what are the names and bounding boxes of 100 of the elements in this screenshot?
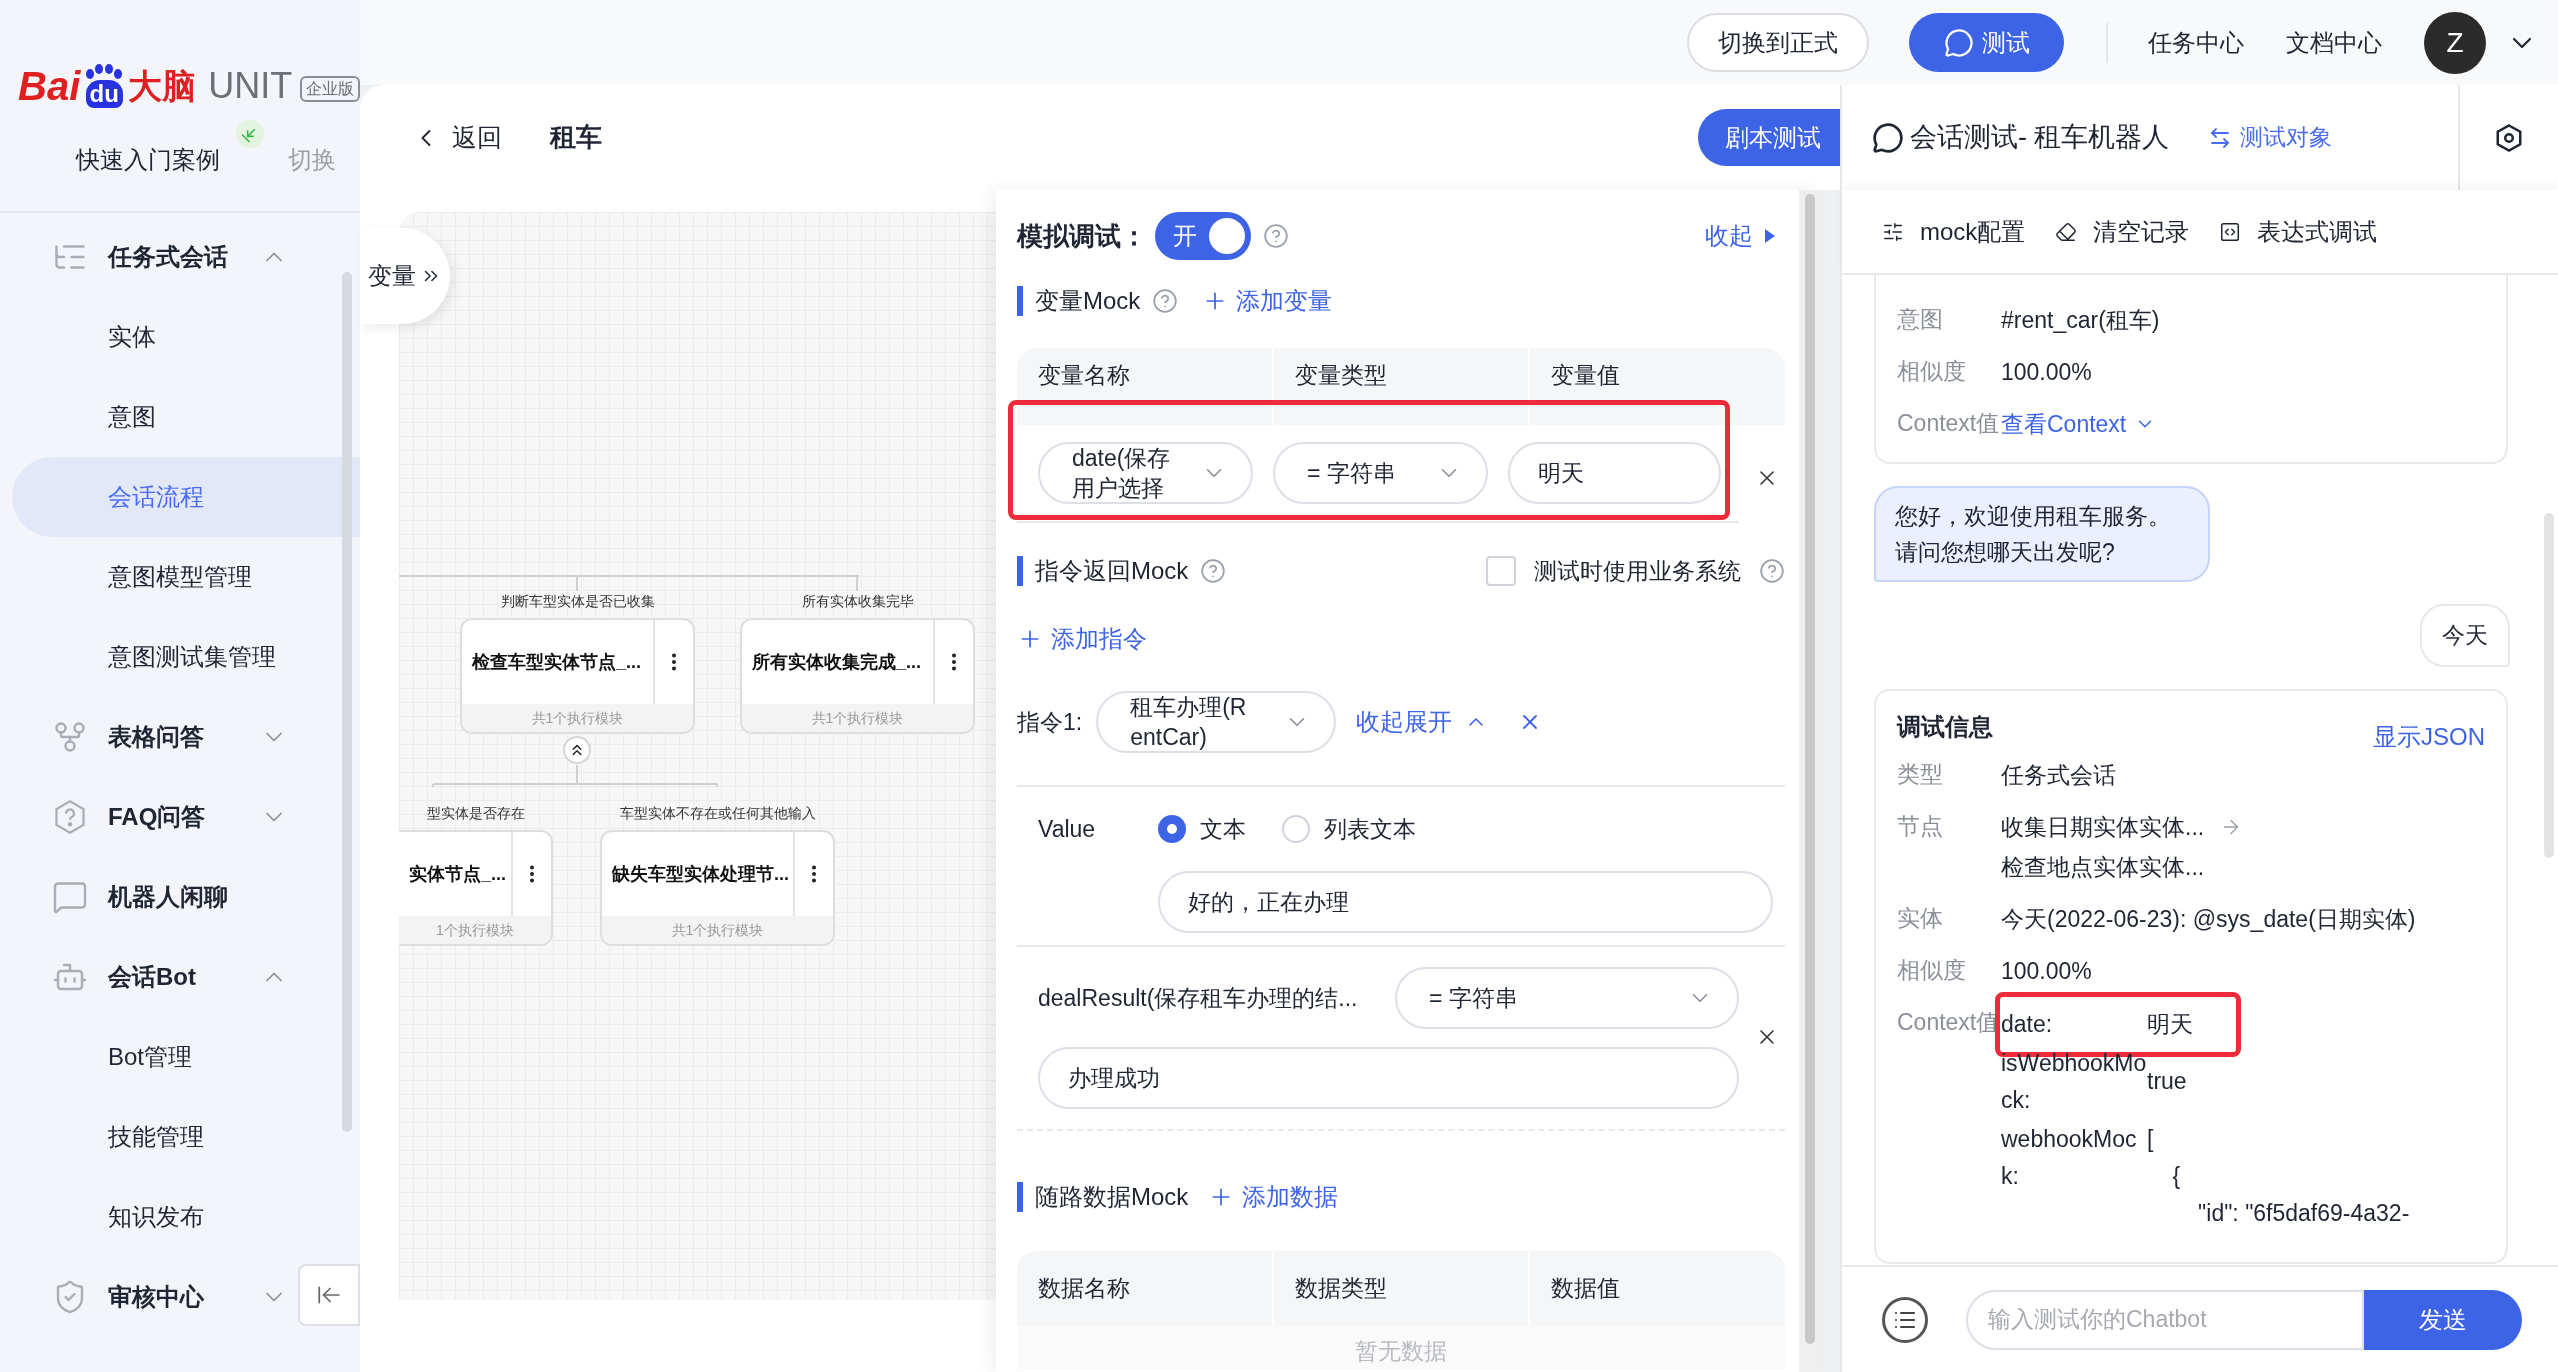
menu-group[interactable]: FAQ问答 bbox=[0, 777, 296, 857]
section-title: 指令返回Mock bbox=[1035, 556, 1189, 586]
logo-text: 大脑 bbox=[128, 66, 197, 107]
toolbar-button[interactable]: 表达式调试 bbox=[2219, 213, 2378, 250]
field-value: 任务式会话 bbox=[2001, 761, 2116, 788]
node-title: 缺失车型实体处理节... bbox=[611, 862, 790, 886]
select-value: date(保存用户选择 bbox=[1072, 444, 1172, 503]
field-label: 意图 bbox=[1897, 305, 1944, 334]
value-label: Value bbox=[1038, 814, 1097, 844]
toggle-switch[interactable]: 开 bbox=[1155, 212, 1251, 260]
show-json-link[interactable]: 显示JSON bbox=[2373, 718, 2485, 755]
field-value: 今天(2022-06-23): @sys_date(日期实体) bbox=[2001, 905, 2416, 932]
project-name: 快速入门案例 bbox=[76, 145, 220, 173]
input-field[interactable]: 明天 bbox=[1508, 442, 1721, 504]
toolbar-button[interactable]: mock配置 bbox=[1882, 213, 2026, 250]
menu-item[interactable]: 知识发布 bbox=[12, 1177, 360, 1257]
field-label: 实体 bbox=[1897, 903, 1944, 933]
test-target-link[interactable]: 测试对象 bbox=[2207, 120, 2332, 155]
menu-item[interactable]: 意图测试集管理 bbox=[12, 617, 360, 697]
checkbox-label: 测试时使用业务系统 bbox=[1534, 556, 1741, 586]
column-header: 变量值 bbox=[1528, 348, 1785, 425]
condition-label: 车型实体不存在或任何其他输入 bbox=[618, 804, 817, 822]
select-field[interactable]: date(保存用户选择 bbox=[1038, 442, 1253, 504]
nav-link[interactable]: 文档中心 bbox=[2286, 24, 2382, 61]
input-field[interactable]: 办理成功 bbox=[1038, 1047, 1739, 1109]
test-button[interactable]: 测试 bbox=[1909, 13, 2064, 72]
expand-toggle-link[interactable]: 收起展开 bbox=[1356, 704, 1489, 740]
view-context-link[interactable]: 查看Context bbox=[2001, 407, 2157, 442]
menu-group[interactable]: 机器人闲聊 bbox=[0, 857, 296, 937]
variables-button[interactable]: 变量 bbox=[360, 228, 450, 324]
flow-node[interactable]: 所有实体收集完成_... 共1个执行模块 bbox=[740, 618, 975, 734]
panel-title: 会话测试- 租车机器人 bbox=[1910, 121, 2170, 155]
back-link[interactable]: 返回 bbox=[412, 118, 502, 157]
card-title: 调试信息 bbox=[1897, 711, 1993, 742]
field-label: 类型 bbox=[1897, 759, 1944, 789]
field-label: Context值 bbox=[1897, 409, 2001, 438]
flow-node[interactable]: 缺失车型实体处理节... 共1个执行模块 bbox=[600, 830, 835, 946]
node-footer: 共1个执行模块 bbox=[602, 916, 833, 944]
node-footer: 共1个执行模块 bbox=[462, 704, 693, 732]
panel-title: 模拟调试： bbox=[1017, 219, 1147, 253]
radio-label: 文本 bbox=[1200, 814, 1246, 844]
select-value: = 字符串 bbox=[1307, 459, 1396, 488]
menu-item[interactable]: 意图模型管理 bbox=[12, 537, 360, 617]
user-message: 今天 bbox=[2420, 604, 2510, 667]
add-link[interactable]: 添加指令 bbox=[1017, 621, 1147, 657]
condition-label: 型实体是否存在 bbox=[426, 804, 526, 822]
flow-node[interactable]: 检查车型实体节点_... 共1个执行模块 bbox=[460, 618, 695, 734]
menu-group-label: 审核中心 bbox=[108, 1282, 204, 1312]
select-field[interactable]: = 字符串 bbox=[1395, 967, 1739, 1029]
menu-item[interactable]: 意图 bbox=[12, 377, 360, 457]
node-footer: 1个执行模块 bbox=[399, 916, 551, 944]
toolbar-button[interactable]: 清空记录 bbox=[2055, 213, 2190, 250]
select-value: = 字符串 bbox=[1429, 984, 1518, 1013]
script-test-button[interactable]: 剧本测试 bbox=[1698, 109, 1840, 166]
select-field[interactable]: = 字符串 bbox=[1273, 442, 1488, 504]
menu-item[interactable]: 技能管理 bbox=[12, 1097, 360, 1177]
condition-label: 所有实体收集完毕 bbox=[800, 592, 915, 610]
menu-item[interactable]: 实体 bbox=[12, 297, 360, 377]
input-field[interactable]: 好的，正在办理 bbox=[1158, 871, 1773, 933]
menu-group[interactable]: 表格问答 bbox=[0, 697, 296, 777]
section-title: 变量Mock bbox=[1035, 286, 1141, 316]
nav-link[interactable]: 任务中心 bbox=[2148, 24, 2244, 61]
select-value: 租车办理(RentCar) bbox=[1130, 693, 1248, 752]
column-header: 数据名称 bbox=[1037, 1274, 1131, 1304]
switch-button[interactable]: 切换到正式 bbox=[1687, 13, 1869, 72]
bot-message: 您好，欢迎使用租车服务。请问您想哪天出发呢? bbox=[1874, 486, 2210, 582]
logo-text: Bai bbox=[18, 64, 81, 108]
menu-group-label: 任务式会话 bbox=[108, 242, 228, 272]
page-title: 租车 bbox=[550, 121, 602, 154]
column-header: 变量名称 bbox=[1037, 361, 1131, 390]
context-value: true bbox=[2147, 1066, 2187, 1096]
menu-group-label: 会话Bot bbox=[108, 962, 196, 992]
node-title: 实体节点_... bbox=[408, 862, 507, 886]
flow-node[interactable]: 实体节点_... 1个执行模块 bbox=[399, 830, 553, 946]
empty-text: 暂无数据 bbox=[1355, 1337, 1447, 1366]
node-value: 检查地点实体实体... bbox=[2001, 853, 2205, 882]
node-title: 检查车型实体节点_... bbox=[470, 650, 642, 674]
menu-group[interactable]: 会话Bot bbox=[0, 937, 296, 1017]
context-value: 明天 bbox=[2147, 1009, 2193, 1039]
condition-label: 判断车型实体是否已收集 bbox=[499, 592, 656, 610]
node-value: 收集日期实体实体... bbox=[2001, 812, 2205, 842]
field-label: 相似度 bbox=[1897, 357, 1967, 386]
node-footer: 共1个执行模块 bbox=[742, 704, 973, 732]
section-title: 随路数据Mock bbox=[1035, 1182, 1189, 1212]
menu-item[interactable]: 会话流程 bbox=[12, 457, 360, 537]
collapse-link[interactable]: 收起 bbox=[1705, 218, 1775, 254]
avatar[interactable]: Z bbox=[2424, 11, 2486, 74]
menu-group[interactable]: 任务式会话 bbox=[0, 217, 296, 297]
select-field[interactable]: 租车办理(RentCar) bbox=[1096, 691, 1337, 753]
field-value: #rent_car(租车) bbox=[2001, 307, 2160, 333]
menu-group[interactable]: 审核中心 bbox=[0, 1257, 296, 1337]
send-button[interactable]: 发送 bbox=[2364, 1289, 2522, 1350]
context-key: webhookMock: bbox=[2001, 1120, 2147, 1195]
add-link[interactable]: 添加数据 bbox=[1208, 1179, 1339, 1215]
add-link[interactable]: 添加变量 bbox=[1202, 283, 1333, 319]
field-label: 相似度 bbox=[1897, 955, 1967, 985]
context-value: [ { "id": "6f5daf69-4a32- bbox=[2147, 1124, 2410, 1228]
menu-item[interactable]: Bot管理 bbox=[12, 1017, 360, 1097]
message-input[interactable]: 输入测试你的Chatbot bbox=[1966, 1289, 2364, 1350]
field-value: 100.00% bbox=[2001, 359, 2092, 385]
